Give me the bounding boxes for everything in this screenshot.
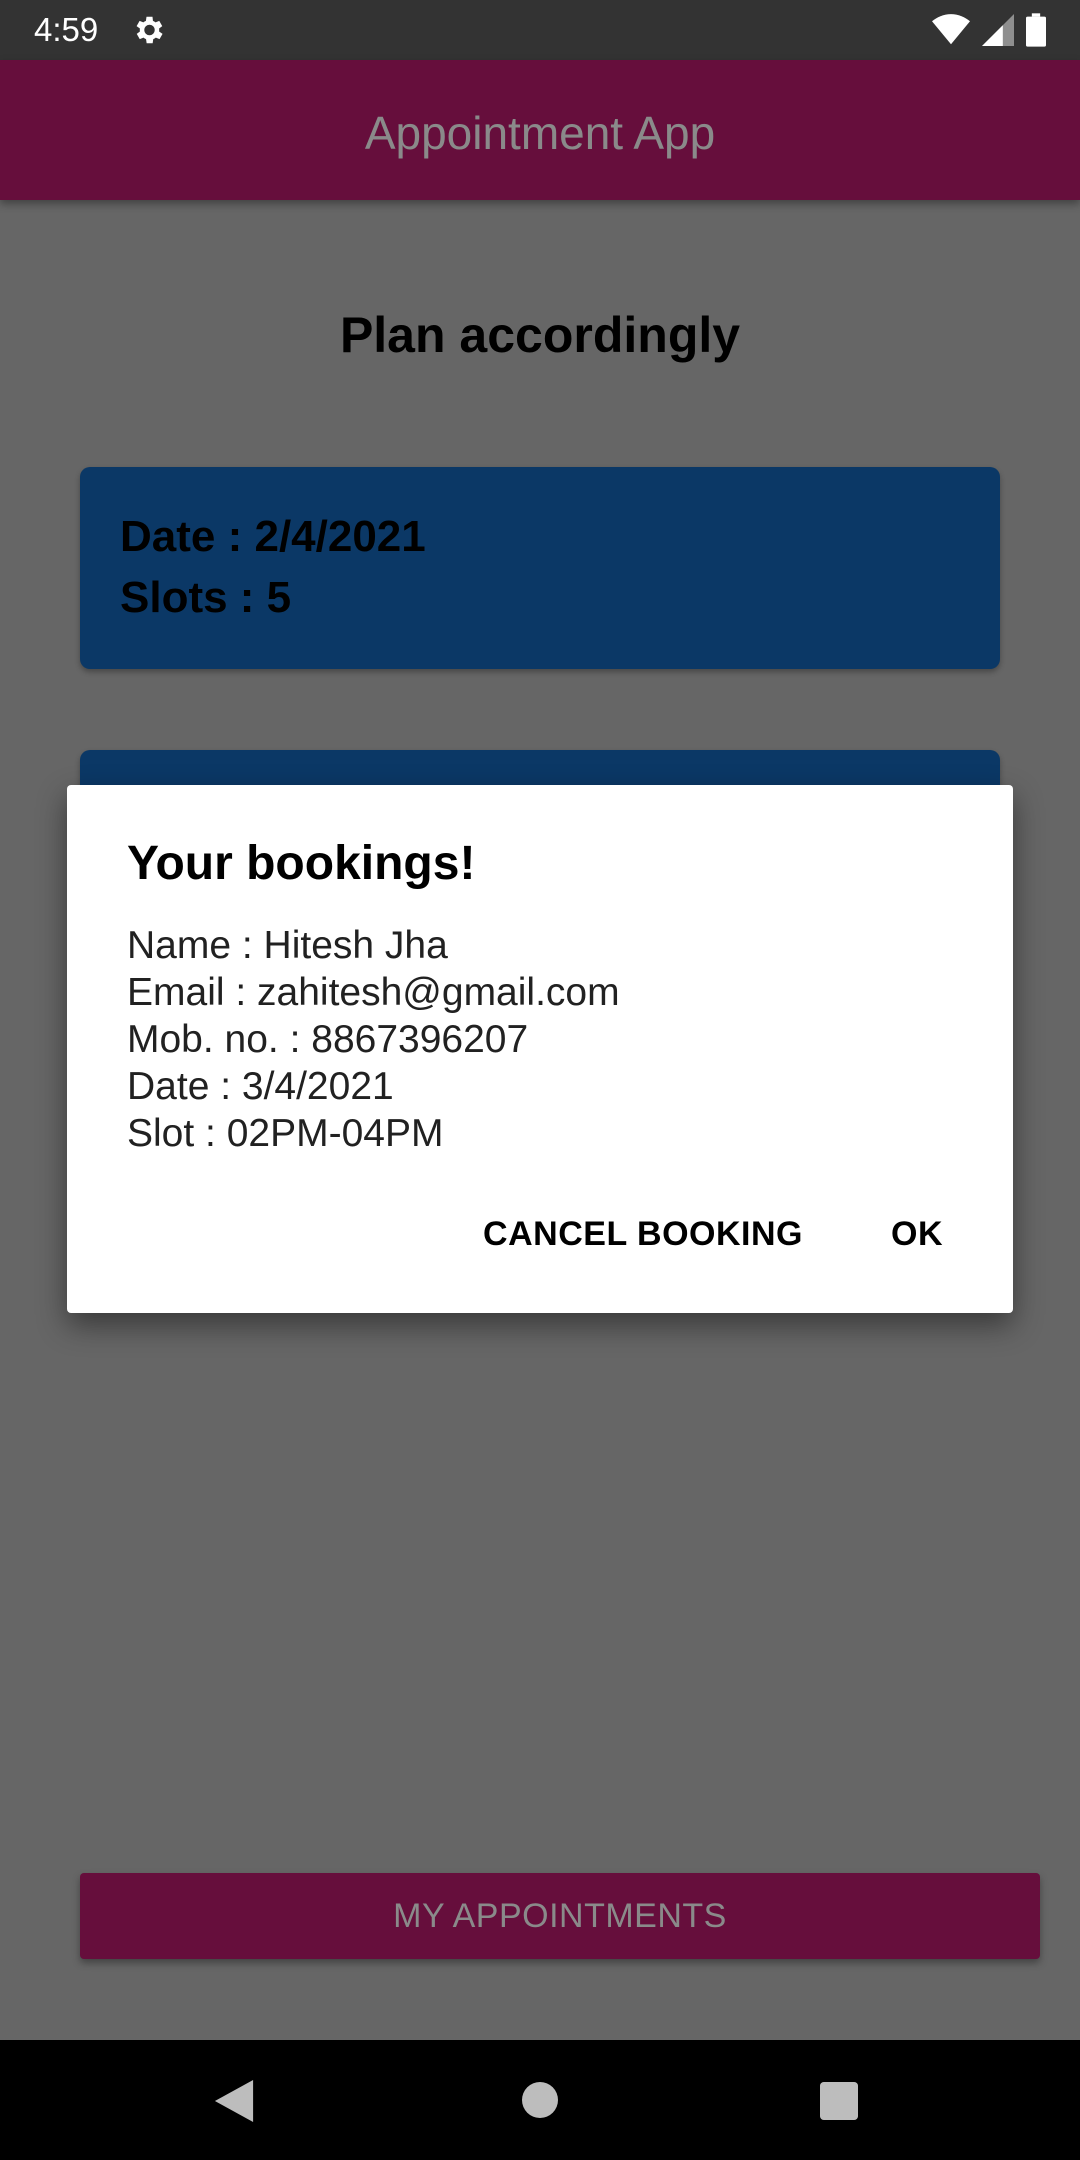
booking-email: Email : zahitesh@gmail.com xyxy=(127,971,620,1014)
dialog-title: Your bookings! xyxy=(127,837,476,890)
slot-card-slots: Slots : 5 xyxy=(120,573,292,622)
battery-icon xyxy=(1026,13,1046,47)
bookings-dialog: Your bookings! Name : Hitesh Jha Email :… xyxy=(67,785,1013,1313)
home-icon[interactable] xyxy=(522,2082,558,2118)
wifi-icon xyxy=(932,14,970,45)
gear-icon xyxy=(136,16,163,44)
status-time: 4:59 xyxy=(34,11,99,48)
app-title: Appointment App xyxy=(364,107,716,159)
page-heading: Plan accordingly xyxy=(339,307,741,363)
navigation-bar xyxy=(0,2040,1080,2160)
booking-date: Date : 3/4/2021 xyxy=(127,1065,394,1108)
back-icon[interactable] xyxy=(214,2080,254,2122)
slot-card[interactable]: Date : 2/4/2021 Slots : 5 xyxy=(80,467,1000,669)
status-bar: 4:59 xyxy=(0,0,1080,60)
app-bar: Appointment App xyxy=(0,60,1080,200)
slot-card-date: Date : 2/4/2021 xyxy=(120,512,426,561)
dialog-actions: CANCEL BOOKING OK xyxy=(483,1212,943,1256)
booking-name: Name : Hitesh Jha xyxy=(127,924,448,967)
cancel-booking-button[interactable]: CANCEL BOOKING xyxy=(483,1212,803,1256)
recents-icon[interactable] xyxy=(820,2082,858,2120)
ok-button[interactable]: OK xyxy=(891,1212,943,1256)
booking-slot: Slot : 02PM-04PM xyxy=(127,1112,444,1155)
signal-icon xyxy=(982,14,1014,46)
screen: 4:59 Appointment App Plan accordingly Da… xyxy=(0,0,1080,2160)
dialog-body: Name : Hitesh Jha Email : zahitesh@gmail… xyxy=(127,922,620,1157)
status-icons xyxy=(932,12,1046,48)
booking-mobile: Mob. no. : 8867396207 xyxy=(127,1018,529,1061)
my-appointments-button[interactable]: MY APPOINTMENTS xyxy=(80,1873,1040,1959)
